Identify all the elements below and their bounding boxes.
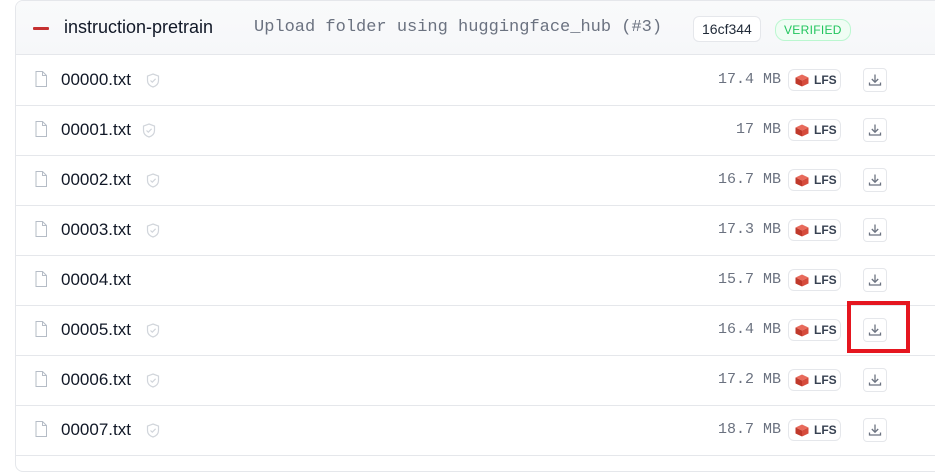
- file-name-link[interactable]: 00006.txt: [61, 370, 131, 390]
- file-name-link[interactable]: 00005.txt: [61, 320, 131, 340]
- shield-check-icon: [146, 223, 160, 238]
- download-icon: [868, 424, 882, 436]
- shield-check-icon: [146, 323, 160, 338]
- shield-check-icon: [146, 423, 160, 438]
- file-row: 00005.txt 16.4 MB LFS: [16, 305, 935, 356]
- download-icon: [868, 124, 882, 136]
- shield-check-icon: [146, 173, 160, 188]
- lfs-badge[interactable]: LFS: [788, 119, 841, 141]
- shield-check-icon: [146, 73, 160, 88]
- lfs-badge[interactable]: LFS: [788, 169, 841, 191]
- lfs-label: LFS: [814, 373, 837, 387]
- lfs-cube-icon: [795, 374, 809, 387]
- lfs-label: LFS: [814, 73, 837, 87]
- lfs-cube-icon: [795, 274, 809, 287]
- lfs-badge[interactable]: LFS: [788, 269, 841, 291]
- file-row: 00006.txt 17.2 MB LFS: [16, 355, 935, 406]
- file-list-panel: instruction-pretrain Upload folder using…: [15, 0, 935, 472]
- lfs-cube-icon: [795, 424, 809, 437]
- lfs-label: LFS: [814, 223, 837, 237]
- file-name-link[interactable]: 00003.txt: [61, 220, 131, 240]
- file-row: 00002.txt 16.7 MB LFS: [16, 155, 935, 206]
- file-size: 15.7 MB: [717, 271, 781, 288]
- lfs-label: LFS: [814, 423, 837, 437]
- file-icon: [35, 371, 47, 387]
- shield-check-icon: [146, 373, 160, 388]
- commit-hash-link[interactable]: 16cf344: [693, 16, 761, 42]
- file-name-link[interactable]: 00001.txt: [61, 120, 131, 140]
- file-icon: [35, 121, 47, 137]
- file-size: 17 MB: [735, 121, 781, 138]
- download-button[interactable]: [863, 368, 887, 392]
- file-size: 17.4 MB: [717, 71, 781, 88]
- repo-name-link[interactable]: instruction-pretrain: [64, 17, 213, 38]
- download-button[interactable]: [863, 268, 887, 292]
- lfs-label: LFS: [814, 323, 837, 337]
- download-icon: [868, 374, 882, 386]
- download-button[interactable]: [863, 318, 887, 342]
- file-icon: [35, 271, 47, 287]
- file-name-link[interactable]: 00007.txt: [61, 420, 131, 440]
- lfs-cube-icon: [795, 224, 809, 237]
- lfs-cube-icon: [795, 174, 809, 187]
- lfs-cube-icon: [795, 324, 809, 337]
- file-name-link[interactable]: 00000.txt: [61, 70, 131, 90]
- file-row: 00004.txt 15.7 MB LFS: [16, 255, 935, 306]
- shield-check-icon: [142, 123, 156, 138]
- file-name-link[interactable]: 00004.txt: [61, 270, 131, 290]
- download-icon: [868, 224, 882, 236]
- file-size: 16.4 MB: [717, 321, 781, 338]
- lfs-label: LFS: [814, 273, 837, 287]
- lfs-badge[interactable]: LFS: [788, 219, 841, 241]
- commit-message-link[interactable]: Upload folder using huggingface_hub (#3): [254, 18, 662, 37]
- download-button[interactable]: [863, 418, 887, 442]
- last-commit-header: instruction-pretrain Upload folder using…: [16, 1, 935, 55]
- download-icon: [868, 274, 882, 286]
- download-button[interactable]: [863, 68, 887, 92]
- download-button[interactable]: [863, 218, 887, 242]
- file-name-link[interactable]: 00002.txt: [61, 170, 131, 190]
- file-size: 17.3 MB: [717, 221, 781, 238]
- file-size: 16.7 MB: [717, 171, 781, 188]
- file-size: 17.2 MB: [717, 371, 781, 388]
- file-icon: [35, 321, 47, 337]
- file-row: 00003.txt 17.3 MB LFS: [16, 205, 935, 256]
- download-icon: [868, 74, 882, 86]
- file-size: 18.7 MB: [717, 421, 781, 438]
- file-icon: [35, 221, 47, 237]
- file-icon: [35, 421, 47, 437]
- lfs-cube-icon: [795, 124, 809, 137]
- download-icon: [868, 324, 882, 336]
- lfs-badge[interactable]: LFS: [788, 419, 841, 441]
- lfs-badge[interactable]: LFS: [788, 69, 841, 91]
- lfs-cube-icon: [795, 74, 809, 87]
- file-icon: [35, 171, 47, 187]
- lfs-badge[interactable]: LFS: [788, 369, 841, 391]
- download-icon: [868, 174, 882, 186]
- file-icon: [35, 71, 47, 87]
- file-row: 00001.txt 17 MB LFS: [16, 105, 935, 156]
- file-row: 00007.txt 18.7 MB LFS: [16, 405, 935, 456]
- download-button[interactable]: [863, 168, 887, 192]
- lfs-badge[interactable]: LFS: [788, 319, 841, 341]
- download-button[interactable]: [863, 118, 887, 142]
- file-row: 00000.txt 17.4 MB LFS: [16, 55, 935, 106]
- verified-badge: VERIFIED: [775, 19, 851, 41]
- org-logo-icon[interactable]: [32, 22, 50, 34]
- lfs-label: LFS: [814, 173, 837, 187]
- lfs-label: LFS: [814, 123, 837, 137]
